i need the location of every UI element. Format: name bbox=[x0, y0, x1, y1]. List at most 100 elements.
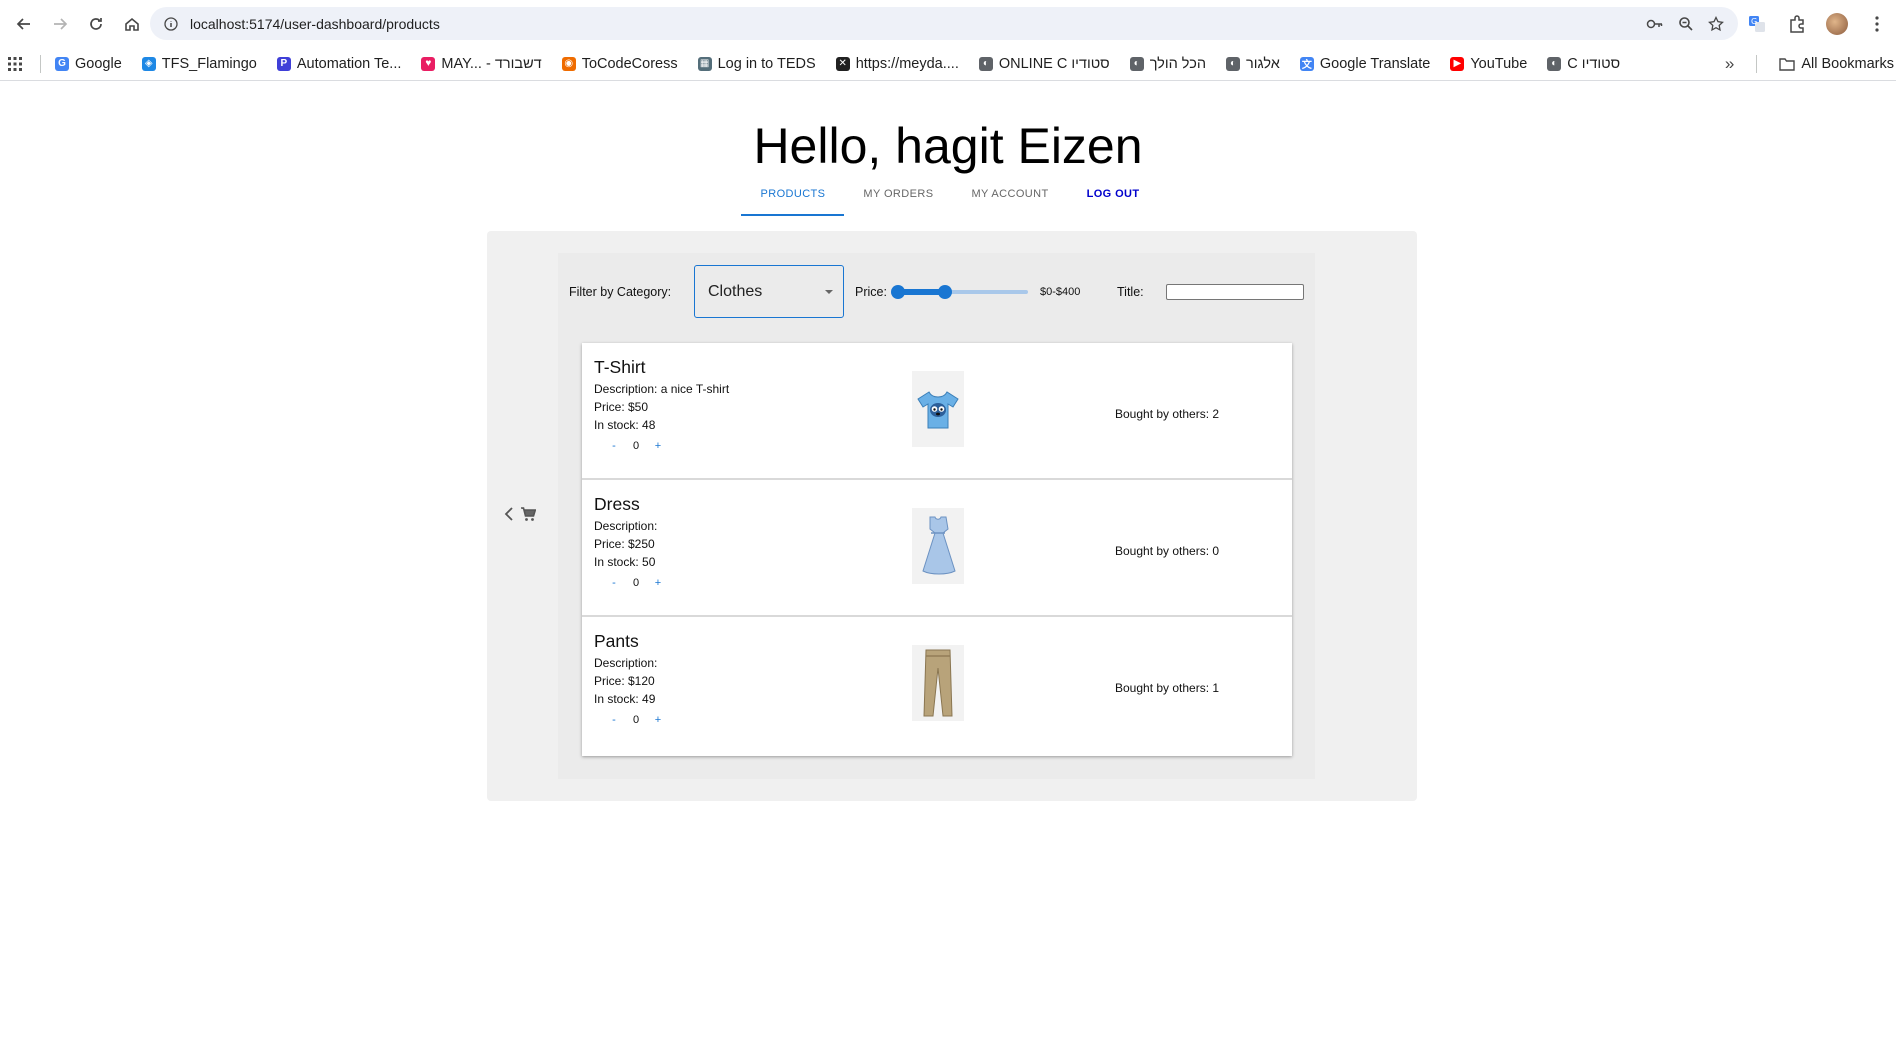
bookmark-favicon-icon: 文 bbox=[1299, 56, 1314, 71]
bookmark-label: https://meyda.... bbox=[855, 55, 959, 72]
reload-icon bbox=[90, 17, 102, 30]
cart-toggle[interactable] bbox=[504, 506, 536, 522]
home-button[interactable] bbox=[114, 6, 150, 42]
category-select[interactable]: Clothes bbox=[694, 265, 844, 318]
bookmark-item[interactable]: ◐ הכל הולך bbox=[1129, 55, 1207, 72]
bookmarks-divider bbox=[40, 54, 41, 73]
chevron-left-icon[interactable] bbox=[504, 506, 514, 522]
bookmark-item[interactable]: ◐ אלגור bbox=[1226, 56, 1280, 72]
logout-button[interactable]: LOG OUT bbox=[1068, 178, 1159, 214]
apps-button[interactable] bbox=[8, 56, 22, 71]
bought-by-others: Bought by others: 0 bbox=[1115, 544, 1220, 558]
svg-text:G: G bbox=[1751, 17, 1757, 26]
bookmark-label: הכל הולך bbox=[1149, 55, 1207, 72]
increase-quantity-button[interactable]: + bbox=[648, 577, 668, 589]
product-price: Price: $120 bbox=[594, 674, 655, 688]
toolbar-right: G bbox=[1746, 7, 1896, 40]
quantity-stepper: -0 + bbox=[604, 577, 668, 589]
apps-grid-icon bbox=[8, 56, 22, 71]
password-key-icon[interactable] bbox=[1646, 17, 1664, 31]
title-search-input[interactable] bbox=[1166, 284, 1304, 300]
bookmark-label: Google Translate bbox=[1319, 55, 1431, 72]
product-name: T-Shirt bbox=[594, 357, 646, 377]
slider-thumb-max[interactable] bbox=[937, 285, 952, 299]
greeting-heading: Hello, hagit Eizen bbox=[753, 118, 1143, 174]
bookmark-item[interactable]: ▶ YouTube bbox=[1450, 56, 1527, 72]
increase-quantity-button[interactable]: + bbox=[648, 440, 668, 452]
quantity-stepper: -0 + bbox=[604, 440, 668, 452]
tshirt-image bbox=[912, 371, 964, 447]
all-bookmarks-button[interactable]: All Bookmarks bbox=[1779, 56, 1894, 72]
price-range-text: $0-$400 bbox=[1040, 286, 1081, 298]
category-select-value: Clothes bbox=[708, 282, 763, 300]
bookmark-favicon-icon: ◉ bbox=[561, 56, 576, 71]
quantity-value: 0 bbox=[632, 577, 640, 589]
decrease-quantity-button[interactable]: - bbox=[604, 440, 624, 452]
bookmark-favicon-icon: P bbox=[276, 56, 291, 71]
tab-my-orders[interactable]: MY ORDERS bbox=[844, 178, 952, 214]
title-filter-label: Title: bbox=[1117, 285, 1144, 299]
bookmark-star-icon[interactable] bbox=[1708, 15, 1724, 32]
cart-icon[interactable] bbox=[520, 506, 536, 522]
dropdown-caret-icon bbox=[825, 290, 833, 294]
product-description: Description: bbox=[594, 519, 658, 533]
bookmark-label: TFS_Flamingo bbox=[161, 55, 257, 72]
home-icon bbox=[125, 17, 139, 31]
bookmark-favicon-icon: ◐ bbox=[1547, 56, 1562, 71]
product-name: Pants bbox=[594, 631, 639, 651]
bookmark-item[interactable]: ◐ C סטודיו bbox=[1547, 56, 1620, 72]
bookmark-label: Log in to TEDS bbox=[717, 55, 816, 72]
product-description: Description: a nice T-shirt bbox=[594, 382, 730, 396]
product-name: Dress bbox=[594, 494, 640, 514]
product-price: Price: $50 bbox=[594, 400, 649, 414]
decrease-quantity-button[interactable]: - bbox=[604, 577, 624, 589]
url-text: localhost:5174/user-dashboard/products bbox=[190, 15, 440, 32]
forward-button[interactable] bbox=[42, 6, 78, 42]
price-range-slider[interactable] bbox=[891, 285, 1028, 299]
extensions-icon[interactable] bbox=[1786, 13, 1808, 35]
pants-image bbox=[912, 645, 964, 721]
folder-icon bbox=[1779, 58, 1796, 71]
bookmark-item[interactable]: G Google bbox=[55, 56, 122, 72]
profile-avatar[interactable] bbox=[1826, 12, 1848, 35]
bookmark-item[interactable]: ♥ MAY... - דשבורד bbox=[421, 56, 542, 72]
bookmark-label: אלגור bbox=[1246, 55, 1280, 72]
site-info-icon[interactable] bbox=[164, 16, 178, 31]
increase-quantity-button[interactable]: + bbox=[648, 714, 668, 726]
bookmark-label: Automation Te... bbox=[296, 55, 402, 72]
bookmark-item[interactable]: 文 Google Translate bbox=[1299, 55, 1431, 72]
tab-products[interactable]: PRODUCTS bbox=[741, 178, 845, 216]
bookmark-item[interactable]: ✕ https://meyda.... bbox=[835, 55, 959, 72]
bookmark-item[interactable]: P Automation Te... bbox=[276, 55, 402, 72]
bookmark-label: Google bbox=[75, 55, 122, 72]
bookmark-label: C סטודיו bbox=[1567, 55, 1621, 72]
product-card: Dress Description: Price: $250 In stock: 50… bbox=[582, 480, 1292, 617]
product-card: T-Shirt Description: a nice T-shirt Price:… bbox=[582, 343, 1292, 480]
product-card: Pants Description: Price: $120 In stock: 49… bbox=[582, 617, 1292, 754]
address-bar[interactable]: localhost:5174/user-dashboard/products bbox=[150, 7, 1738, 40]
product-price: Price: $250 bbox=[594, 537, 655, 551]
bookmark-item[interactable]: ◈ TFS_Flamingo bbox=[141, 55, 257, 72]
bookmark-item[interactable]: ◉ ToCodeCoress bbox=[561, 56, 678, 72]
bookmark-favicon-icon: ✕ bbox=[835, 56, 850, 71]
price-filter-label: Price: bbox=[855, 285, 887, 299]
decrease-quantity-button[interactable]: - bbox=[604, 714, 624, 726]
tab-my-account[interactable]: MY ACCOUNT bbox=[952, 178, 1067, 214]
bookmarks-bar: G Google ◈ TFS_Flamingo P Automation Te... ♥ MA… bbox=[0, 47, 1896, 81]
back-button[interactable] bbox=[6, 6, 42, 42]
bookmark-label: YouTube bbox=[1470, 55, 1528, 72]
slider-thumb-min[interactable] bbox=[891, 285, 905, 299]
product-stock: In stock: 48 bbox=[594, 418, 656, 432]
menu-kebab-icon[interactable] bbox=[1866, 13, 1888, 35]
bookmarks-right: » All Bookmarks bbox=[1725, 47, 1896, 81]
bookmark-item[interactable]: ▦ Log in to TEDS bbox=[697, 55, 816, 72]
forward-arrow-icon bbox=[54, 17, 68, 30]
bookmark-label: ONLINE C סטודיו bbox=[998, 55, 1110, 72]
dashboard-tabs: PRODUCTS MY ORDERS MY ACCOUNT LOG OUT bbox=[0, 178, 1896, 216]
bookmark-item[interactable]: ◐ ONLINE C סטודיו bbox=[978, 55, 1110, 72]
zoom-icon[interactable] bbox=[1678, 16, 1694, 32]
translate-icon[interactable]: G bbox=[1746, 13, 1768, 35]
reload-button[interactable] bbox=[78, 6, 114, 42]
bookmark-favicon-icon: ♥ bbox=[421, 56, 436, 71]
more-bookmarks-button[interactable]: » bbox=[1725, 54, 1734, 74]
